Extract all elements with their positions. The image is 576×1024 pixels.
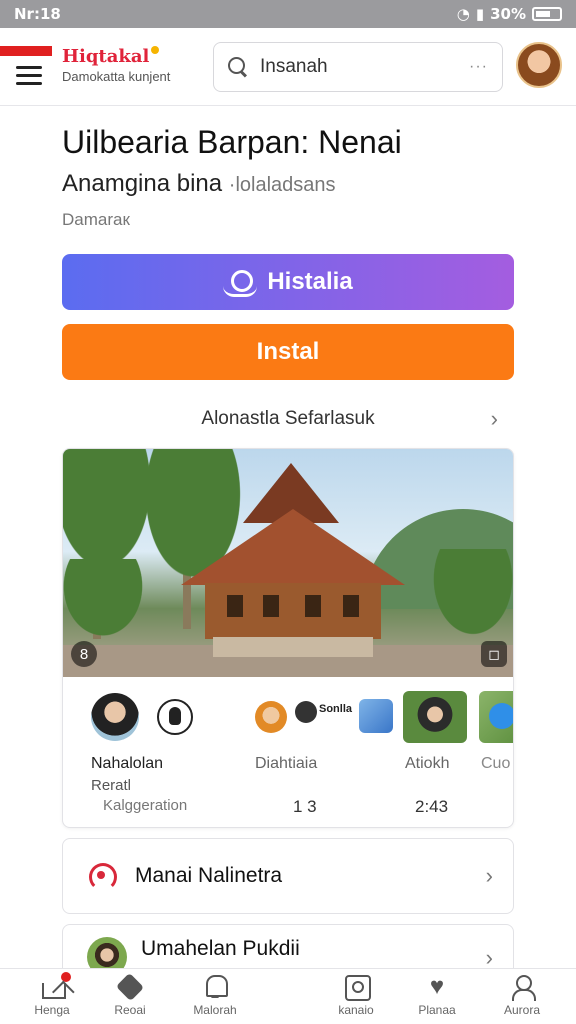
list-item-label: Umahelan Pukdii [141,937,300,960]
media-thumbnail[interactable] [479,691,513,743]
nav-item-profile[interactable]: Aurora [482,973,562,1023]
bottom-nav: Henga Reoai Malorah kanaio ♥ Planaa Auro… [0,968,576,1024]
install-button-label: Instal [256,338,320,365]
shrub [63,559,153,649]
battery-percent: 30% [490,5,526,23]
flag-stripe [0,46,52,56]
box-icon [343,975,371,1001]
tag-icon [115,972,145,1002]
main-content: Uilbearia Barpan: Nenai Anamgina bina ·l… [0,106,576,984]
stat-value: 1 3 [293,797,317,816]
location-icon [87,861,117,891]
brand-logo[interactable]: Hiqtakal Damokatta kunjent [62,46,170,84]
nav-label: kanaio [338,1003,374,1017]
nav-label: Aurora [503,1003,541,1017]
stat-value: Kalggeration [103,797,188,814]
status-icons: ◔ ▮ 30% [457,5,562,23]
stat-value: 2:43 [415,797,449,816]
people-strip: Sonlla [63,687,513,747]
user-icon [509,975,536,1001]
person-avatar[interactable] [255,701,287,733]
stat-label: Atiokh [405,755,450,772]
status-bar: Nr:18 ◔ ▮ 30% [0,0,576,28]
media-thumbnail[interactable] [359,699,393,733]
person-avatar[interactable] [295,701,317,723]
place-photo[interactable]: 8 ◻ [63,449,513,677]
app-header: Hiqtakal Damokatta kunjent Insanah ··· [0,28,576,106]
media-thumbnail[interactable] [403,691,467,743]
detail-link[interactable]: Alonastla Sefarlasuk › [62,404,514,434]
brand-dot-icon [151,46,160,54]
nav-item-notifications[interactable]: Malorah [175,973,255,1023]
list-item-label: Manai Nalinetra [135,864,283,887]
menu-icon[interactable] [16,66,42,85]
primary-button[interactable]: Histalia [62,254,514,310]
battery-icon [532,7,562,21]
house-steps [213,637,373,657]
page-subtitle: Anamgina bina ·lolaladsans [62,170,336,198]
detail-link-label: Alonastla Sefarlasuk [201,408,375,429]
stat-label: Nahalolan [91,755,164,772]
expand-icon[interactable]: ◻ [481,641,507,667]
house-roof [181,509,405,585]
nav-item-tag[interactable]: Reoai [90,972,170,1023]
page-title: Uilbearia Barpan: Nenai [62,124,402,160]
search-bar[interactable]: Insanah ··· [213,42,503,92]
stats-values: Kalggeration 1 3 2:43 [63,797,513,819]
shrub [423,549,513,649]
list-item[interactable]: Manai Nalinetra › [62,838,514,914]
nav-label: Planaa [418,1003,456,1017]
page-meta: Damaraк [62,210,130,229]
brand-name: Hiqtakal [62,46,150,67]
stat-label: Cuo [481,755,511,772]
search-input[interactable]: Insanah [260,56,469,78]
stat-sublabel: Reratl [91,777,132,794]
person-icon [223,268,258,297]
more-icon[interactable]: ··· [469,58,488,76]
chevron-right-icon: › [485,863,493,888]
search-icon [228,57,248,77]
nav-label: Malorah [193,1003,237,1017]
bell-icon [202,975,228,999]
person-avatar[interactable] [157,699,193,735]
house-body [205,583,381,639]
chevron-right-icon: › [490,406,498,431]
tag-label: Sonlla [319,703,353,715]
nav-item-box[interactable]: kanaio [316,973,396,1023]
photo-count-badge[interactable]: 8 [71,641,97,667]
subtitle-muted: ·lolaladsans [228,174,336,196]
nav-item-home[interactable]: Henga [12,972,92,1023]
signal-icon: ▮ [475,5,485,23]
nav-item-favorites[interactable]: ♥ Planaa [397,973,477,1023]
person-avatar[interactable] [91,693,139,741]
notification-dot [61,972,71,982]
brand-tagline: Damokatta kunjent [62,69,171,84]
install-button[interactable]: Instal [62,324,514,380]
primary-button-label: Histalia [267,268,353,295]
wifi-icon: ◔ [456,5,470,23]
status-time: Nr:18 [14,5,61,23]
nav-label: Henga [34,1003,70,1017]
avatar[interactable] [516,42,562,88]
place-card[interactable]: 8 ◻ Sonlla Nahalolan Diahtiaia Atiokh Cu… [62,448,514,828]
subtitle-text: Anamgina bina [62,170,223,197]
heart-icon: ♥ [429,973,445,1000]
stats-labels: Nahalolan Diahtiaia Atiokh Cuo [63,755,513,777]
home-icon [39,972,71,999]
stat-label: Diahtiaia [255,755,318,772]
nav-label: Reoai [114,1003,146,1017]
